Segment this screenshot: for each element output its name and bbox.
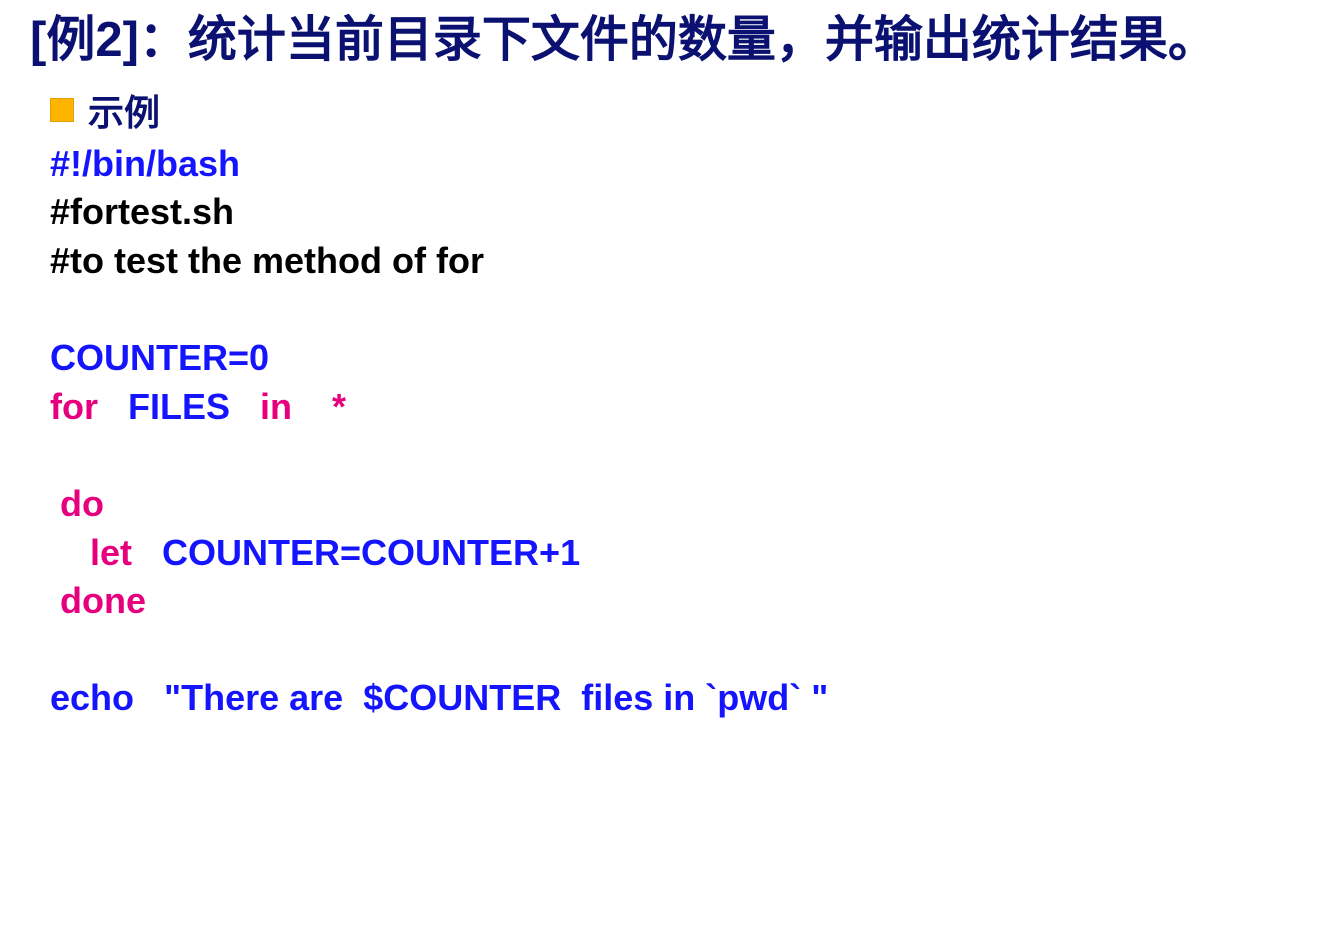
slide: [例2]：统计当前目录下文件的数量，并输出统计结果。 示例 #!/bin/bas…	[0, 0, 1338, 932]
code-line-echo: echo "There are $COUNTER files in `pwd` …	[50, 677, 828, 718]
code-keyword-for: for	[50, 386, 98, 427]
code-line-counter-init: COUNTER=0	[50, 337, 269, 378]
code-keyword-done: done	[50, 580, 146, 621]
code-keyword-let: let	[50, 532, 132, 573]
code-line-comment-desc: #to test the method of for	[50, 240, 484, 281]
code-var-files: FILES	[98, 386, 230, 427]
bullet-icon	[50, 98, 74, 122]
code-keyword-do: do	[50, 483, 104, 524]
slide-body: 示例 #!/bin/bash #fortest.sh #to test the …	[50, 84, 1308, 723]
code-keyword-in-star: in *	[230, 386, 346, 427]
bullet-label: 示例	[88, 84, 160, 136]
code-block: #!/bin/bash #fortest.sh #to test the met…	[50, 140, 1308, 723]
code-line-comment-file: #fortest.sh	[50, 191, 234, 232]
code-line-shebang: #!/bin/bash	[50, 143, 240, 184]
code-counter-incr: COUNTER=COUNTER+1	[132, 532, 580, 573]
bullet-row: 示例	[50, 84, 1308, 136]
slide-title: [例2]：统计当前目录下文件的数量，并输出统计结果。	[30, 12, 1308, 70]
